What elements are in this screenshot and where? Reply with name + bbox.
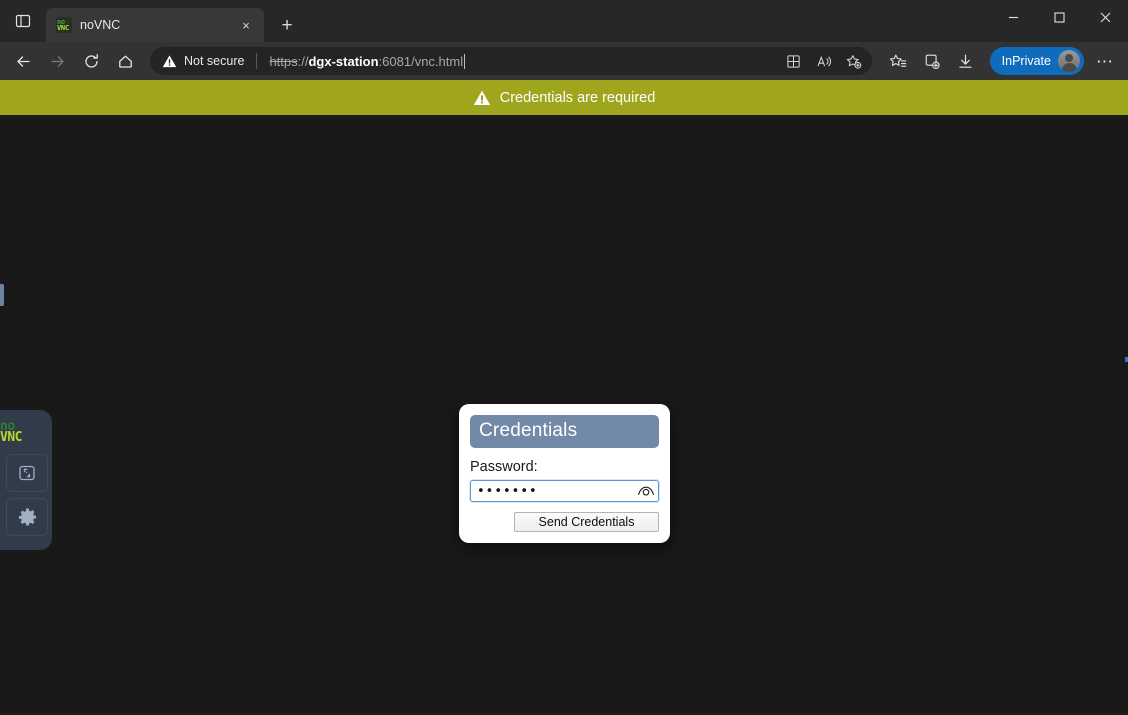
url-separator: :// bbox=[297, 53, 309, 69]
tab-title: noVNC bbox=[80, 18, 121, 32]
collections-icon[interactable] bbox=[916, 46, 948, 76]
settings-and-more-icon[interactable]: ⋯ bbox=[1088, 46, 1122, 76]
minimize-icon[interactable] bbox=[990, 0, 1036, 34]
warning-triangle-icon bbox=[473, 90, 490, 105]
browser-window: no VNC noVNC × + Not secure https:// dg… bbox=[0, 0, 1128, 715]
home-icon[interactable] bbox=[108, 46, 142, 76]
close-window-icon[interactable] bbox=[1082, 0, 1128, 34]
downloads-icon[interactable] bbox=[950, 46, 982, 76]
inprivate-label: InPrivate bbox=[1001, 54, 1051, 68]
novnc-control-panel: no VNC bbox=[0, 410, 52, 550]
novnc-logo-bottom: VNC bbox=[0, 430, 22, 445]
eye-icon[interactable] bbox=[634, 481, 658, 501]
fullscreen-button[interactable] bbox=[6, 454, 48, 492]
novnc-favicon: no VNC bbox=[56, 17, 72, 33]
inprivate-badge[interactable]: InPrivate bbox=[989, 47, 1084, 75]
omnibox-actions bbox=[780, 49, 868, 73]
close-icon[interactable]: × bbox=[236, 15, 256, 35]
novnc-logo: no VNC bbox=[0, 416, 40, 448]
security-indicator[interactable]: Not secure bbox=[150, 49, 254, 73]
tab-search-icon[interactable] bbox=[9, 7, 37, 35]
gear-icon bbox=[18, 508, 36, 526]
status-banner-text: Credentials are required bbox=[499, 89, 656, 106]
forward-icon[interactable] bbox=[40, 46, 74, 76]
refresh-icon[interactable] bbox=[74, 46, 108, 76]
back-icon[interactable] bbox=[6, 46, 40, 76]
toolbar-right: InPrivate ⋯ bbox=[878, 46, 1122, 76]
password-value[interactable]: ••••••• bbox=[471, 484, 634, 499]
favorites-icon[interactable] bbox=[882, 46, 914, 76]
omnibox-divider bbox=[256, 53, 258, 69]
settings-button[interactable] bbox=[6, 498, 48, 536]
split-screen-icon[interactable] bbox=[780, 49, 808, 73]
url-text[interactable]: https://dgx-station:6081/vnc.html bbox=[259, 53, 779, 69]
page-content: Credentials are required no VNC Credenti… bbox=[0, 80, 1128, 715]
browser-toolbar: Not secure https://dgx-station:6081/vnc.… bbox=[0, 42, 1128, 80]
read-aloud-icon[interactable] bbox=[810, 49, 838, 73]
maximize-icon[interactable] bbox=[1036, 0, 1082, 34]
security-text: Not secure bbox=[184, 54, 245, 68]
favicon-text-bottom: VNC bbox=[57, 24, 69, 32]
url-host: dgx-station bbox=[308, 53, 379, 69]
vnc-panel-handle[interactable] bbox=[0, 284, 4, 306]
browser-tab[interactable]: no VNC noVNC × bbox=[46, 8, 264, 42]
password-field[interactable]: ••••••• bbox=[470, 480, 659, 502]
avatar bbox=[1058, 50, 1080, 72]
url-path: :6081/vnc.html bbox=[378, 53, 464, 69]
tab-strip-left bbox=[0, 0, 46, 42]
window-controls bbox=[990, 0, 1128, 42]
dialog-title: Credentials bbox=[470, 415, 659, 448]
text-caret bbox=[464, 53, 466, 69]
add-favorite-icon[interactable] bbox=[840, 49, 868, 73]
new-tab-button[interactable]: + bbox=[272, 10, 302, 40]
credentials-dialog: Credentials Password: ••••••• Send Crede… bbox=[459, 404, 670, 543]
address-bar[interactable]: Not secure https://dgx-station:6081/vnc.… bbox=[150, 47, 872, 75]
send-credentials-button[interactable]: Send Credentials bbox=[514, 512, 659, 532]
title-bar: no VNC noVNC × + bbox=[0, 0, 1128, 42]
url-scheme: https bbox=[269, 53, 298, 69]
password-label: Password: bbox=[470, 459, 538, 475]
status-banner: Credentials are required bbox=[0, 80, 1128, 115]
